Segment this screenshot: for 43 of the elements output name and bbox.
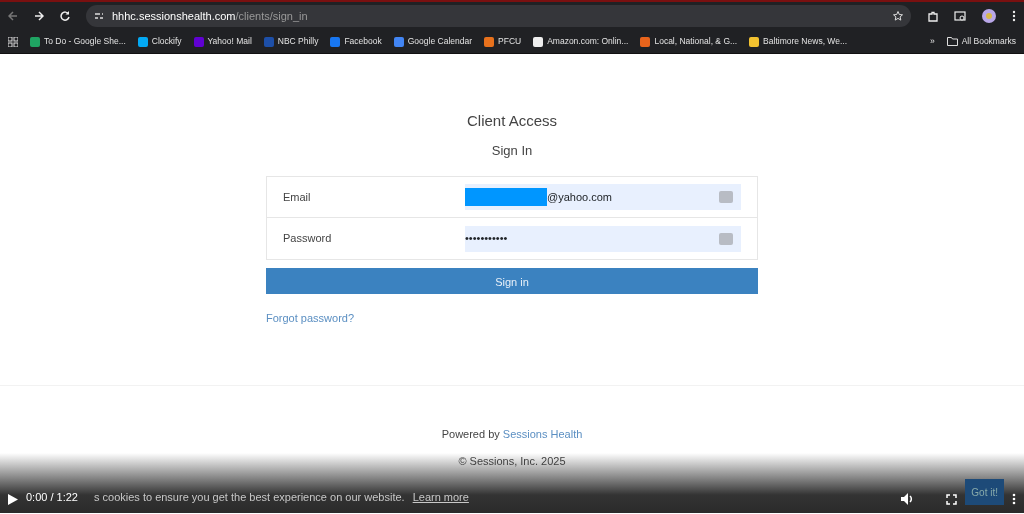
volume-icon[interactable]	[901, 493, 915, 505]
all-bookmarks-link[interactable]: All Bookmarks	[946, 35, 1016, 48]
bookmark-link[interactable]: To Do - Google She...	[30, 35, 126, 48]
field-label: Password	[283, 231, 332, 247]
bookmark-link[interactable]: Baltimore News, We...	[749, 35, 848, 48]
bookmark-link[interactable]: PFCU	[484, 35, 522, 48]
avatar-icon[interactable]	[982, 9, 996, 23]
bookmark-link[interactable]: Google Calendar	[393, 35, 472, 48]
cookie-notice-text: s cookies to ensure you get the best experience on our website.	[94, 489, 405, 505]
back-icon[interactable]	[8, 11, 18, 21]
field-label: Email	[283, 189, 311, 205]
got-it-button[interactable]: Got it!	[965, 479, 1004, 505]
sessions-health-link[interactable]: Sessions Health	[502, 428, 583, 440]
bookmark-link[interactable]: Local, National, & G...	[640, 35, 738, 48]
powered-by-text: Powered by Sessions Health	[441, 427, 583, 442]
screen-search-icon[interactable]	[954, 10, 966, 22]
copyright-text: © Sessions, Inc. 2025	[458, 453, 566, 469]
apps-grid-icon	[8, 36, 18, 47]
bookmark-link[interactable]: Clockify	[137, 35, 182, 48]
play-icon[interactable]	[8, 494, 18, 505]
page-subtitle: Sign In	[491, 141, 533, 160]
bookmark-link[interactable]: Amazon.com: Onlin...	[533, 35, 629, 48]
forward-icon[interactable]	[34, 11, 44, 21]
bookmark-link[interactable]: NBC Philly	[263, 35, 319, 48]
url-text: hhhc.sessionshealth.com/clients/sign_in	[112, 8, 308, 24]
input-field[interactable]: @yahoo.com	[465, 184, 741, 210]
sign-in-button[interactable]: Sign in	[266, 268, 758, 294]
fullscreen-icon[interactable]	[946, 494, 958, 505]
input-field[interactable]: •••••••••••	[465, 225, 741, 252]
learn-more-link[interactable]: Learn more	[412, 488, 469, 505]
more-icon[interactable]	[1012, 10, 1016, 22]
more-options-icon[interactable]	[1012, 493, 1016, 505]
reload-icon[interactable]	[60, 11, 70, 21]
page-title: Client Access	[466, 111, 557, 131]
site-info-icon[interactable]	[94, 11, 104, 21]
overflow-chevron-icon[interactable]: »	[929, 35, 935, 48]
bookmark-link[interactable]: Yahoo! Mail	[193, 35, 252, 48]
video-time: 0:00 / 1:22	[26, 489, 78, 505]
forgot-password-link[interactable]: Forgot password?	[266, 310, 355, 327]
address-bar[interactable]: hhhc.sessionshealth.com/clients/sign_in	[86, 5, 911, 27]
bookmark-link[interactable]: Facebook	[330, 35, 382, 48]
folder-icon	[946, 37, 958, 46]
star-icon[interactable]	[893, 11, 903, 21]
